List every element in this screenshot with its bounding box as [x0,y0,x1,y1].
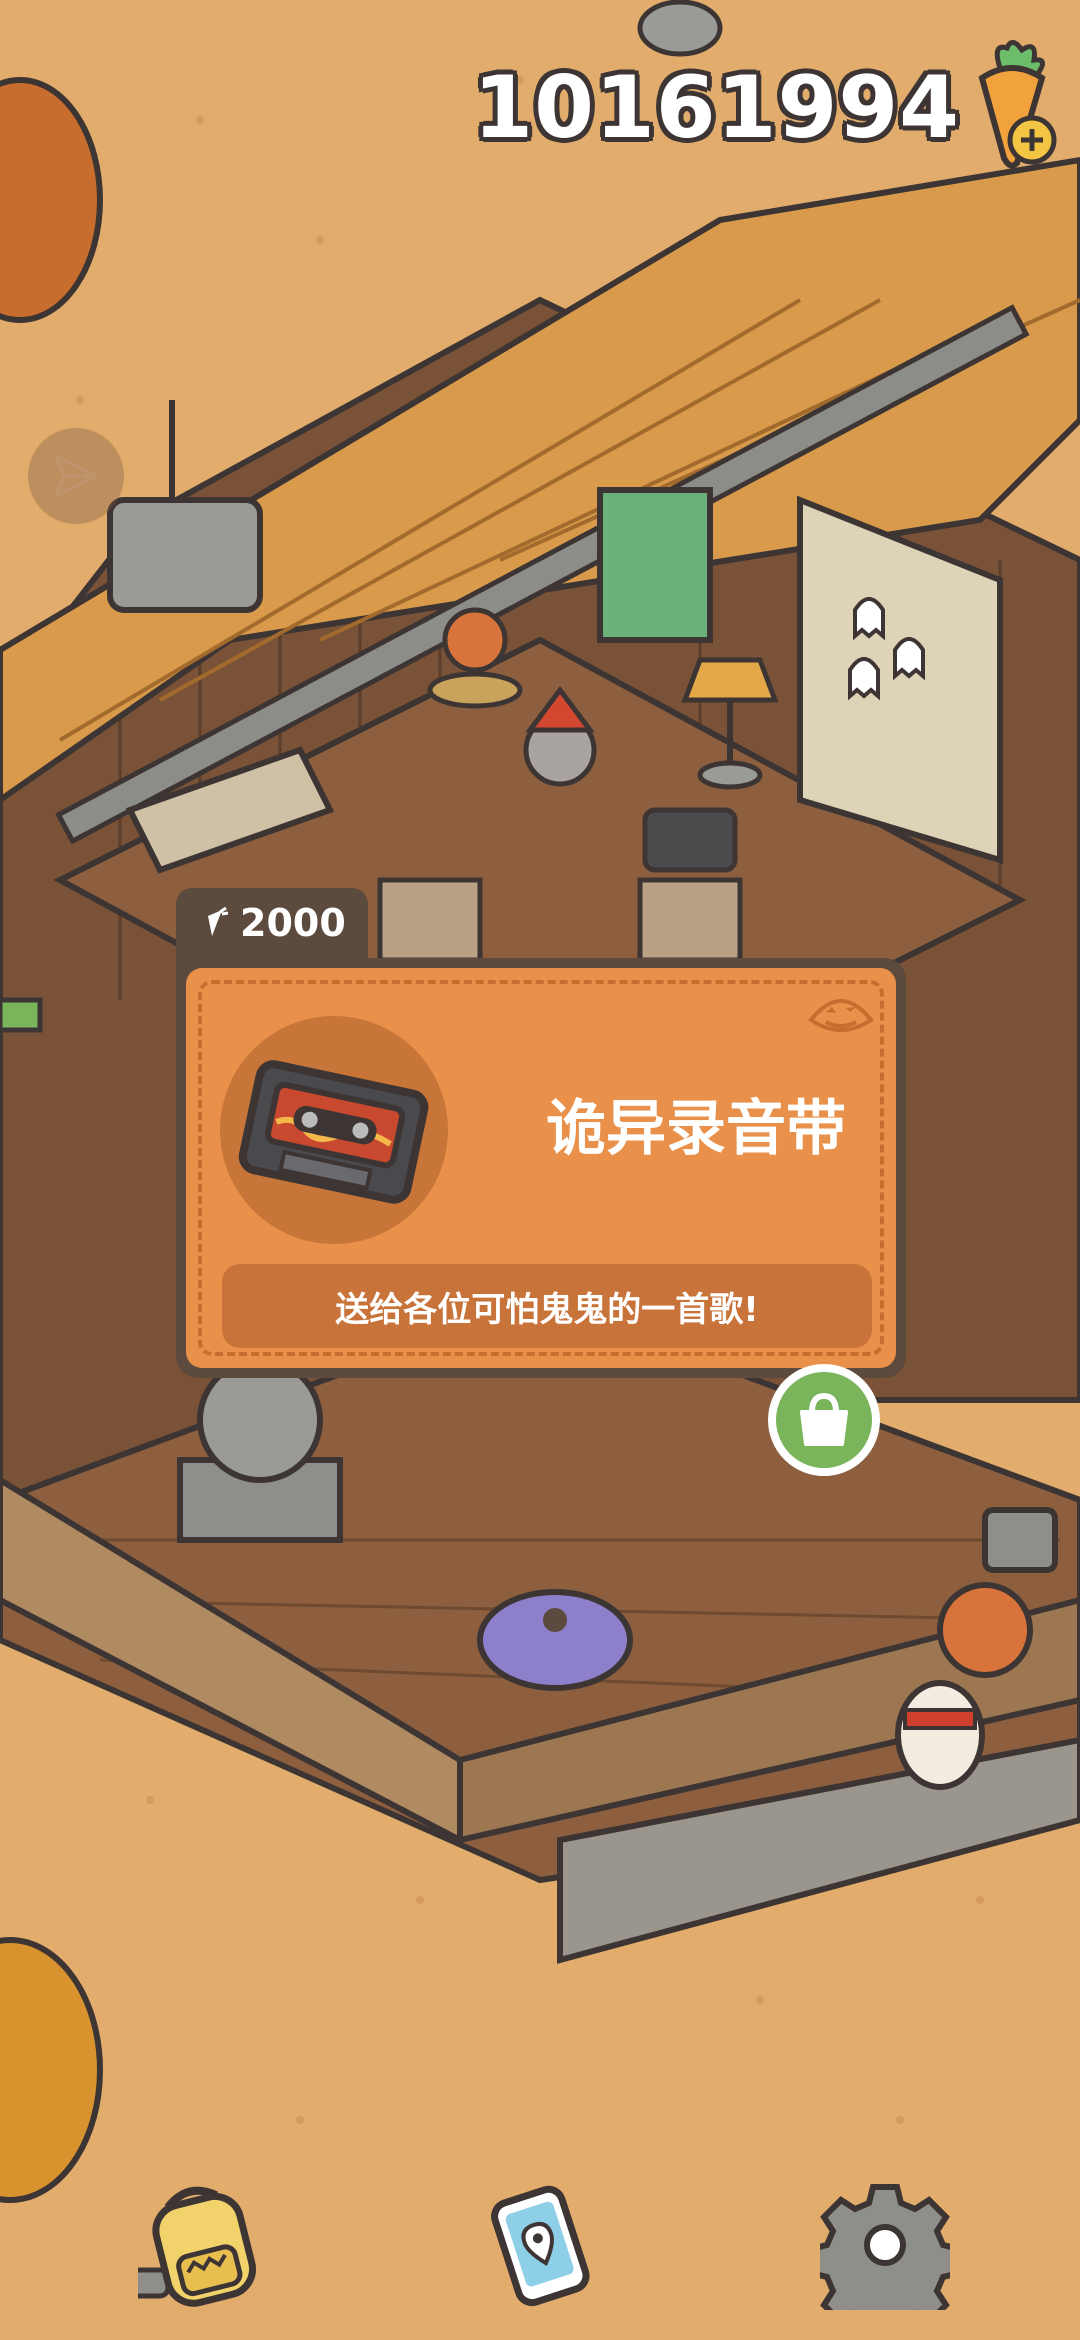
item-price: 2000 [240,901,346,945]
paper-plane-icon [54,454,98,498]
item-price-tab: 2000 [176,888,368,958]
carrot-icon [208,906,229,936]
item-description: 送给各位可怕鬼鬼的一首歌! [222,1264,872,1348]
item-name: 诡异录音带 [546,1094,846,1164]
cassette-tape-icon [238,1060,429,1204]
item-detail-card: 诡异录音带 送给各位可怕鬼鬼的一首歌! [176,958,906,1378]
item-icon-frame [220,1016,448,1244]
jack-o-lantern-icon [808,999,874,1032]
gear-icon[interactable] [820,2180,950,2310]
shopping-bag-icon [800,1392,848,1446]
carrot-currency-amount: 10161994 [473,58,960,158]
buy-button[interactable] [768,1364,880,1476]
phone-map-icon[interactable] [475,2180,605,2310]
share-button[interactable] [28,428,124,524]
bush-top-left [0,77,103,323]
bush-bottom-left [0,1937,103,2203]
carrot-plus-icon[interactable] [962,38,1062,178]
backpack-icon[interactable] [138,2180,268,2310]
